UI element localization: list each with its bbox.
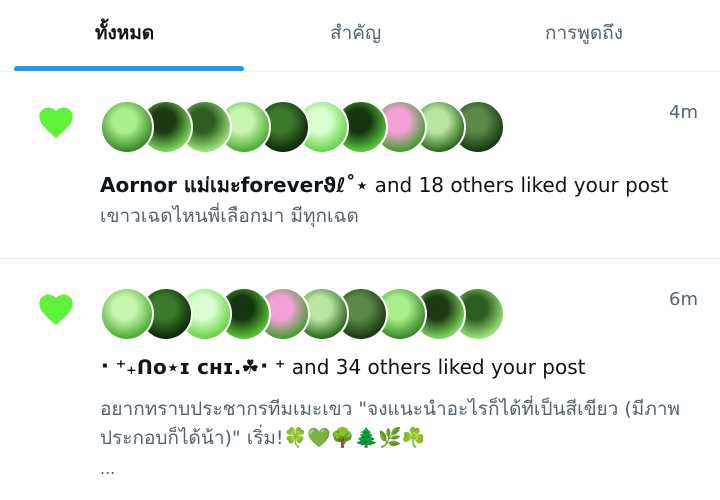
notification-item[interactable]: 4m Aornor แม่เมะforeverϑℓ˚⋆ and 18 other… [0,72,720,258]
heart-icon [39,294,73,326]
notification-tabs: ทั้งหมด สำคัญ การพูดถึง [0,0,720,72]
liker-avatar[interactable] [100,100,154,154]
tab-all[interactable]: ทั้งหมด [95,18,154,48]
liker-avatars [100,287,505,343]
liked-summary: Aornor แม่เมะforeverϑℓ˚⋆ and 18 others l… [100,169,668,201]
post-ellipsis: ... [100,459,116,478]
tab-mentions[interactable]: การพูดถึง [545,18,623,48]
timestamp: 4m [669,102,698,123]
tab-important[interactable]: สำคัญ [330,18,381,48]
post-preview: อยากทราบประชากรทีมเมะเขว "จงแนะนำอะไรก็ไ… [100,398,681,449]
notification-item[interactable]: 6m ⠂⁺₊ᑎo⋆ɪ ᴄʜɪ.☘︎⠂⁺ and 34 others liked … [0,259,720,500]
liker-avatar[interactable] [100,287,154,341]
user-name[interactable]: Aornor แม่เมะforeverϑℓ˚⋆ [100,173,368,197]
liked-summary: ⠂⁺₊ᑎo⋆ɪ ᴄʜɪ.☘︎⠂⁺ and 34 others liked you… [100,355,585,379]
liked-rest-text: and 18 others liked your post [368,173,669,197]
heart-icon [39,107,73,139]
timestamp: 6m [669,289,698,310]
user-name[interactable]: ⠂⁺₊ᑎo⋆ɪ ᴄʜɪ.☘︎⠂⁺ [100,355,285,379]
liked-rest-text: and 34 others liked your post [285,355,586,379]
liker-avatars [100,100,505,156]
post-preview: เขาวเฉดไหนพี่เลือกมา มีทุกเฉด [100,205,359,227]
